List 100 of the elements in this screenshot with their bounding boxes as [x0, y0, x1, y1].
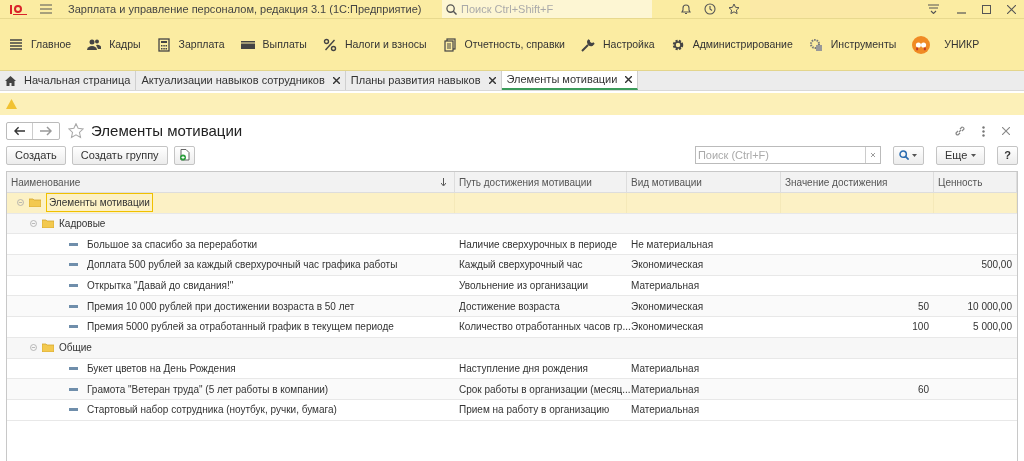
- column-header[interactable]: Вид мотивации: [627, 172, 781, 192]
- table-cell-text: Экономическая: [631, 320, 704, 335]
- table-row[interactable]: Кадровые: [7, 213, 1017, 235]
- table-cell-text: Материальная: [631, 361, 700, 376]
- caret-icon: [971, 153, 977, 157]
- people-icon: [87, 37, 102, 52]
- star-icon[interactable]: [68, 123, 84, 139]
- table-cell-text: Достижение возраста: [459, 299, 560, 314]
- table-cell-text: Материальная: [631, 279, 700, 294]
- section-button[interactable]: Администрирование: [668, 30, 795, 59]
- table-cell-text: Букет цветов на День Рождения: [87, 361, 236, 376]
- link-icon[interactable]: [954, 125, 966, 137]
- toolbar-button[interactable]: Создать группу: [71, 145, 168, 165]
- warning-icon: [6, 99, 17, 109]
- search-button[interactable]: [892, 145, 924, 165]
- table-row[interactable]: Доплата 500 рублей за каждый сверхурочный час графика работы Каждый сверхурочный час Экономическая 500,00: [7, 255, 1017, 276]
- folder-icon: [29, 198, 41, 208]
- section-button[interactable]: Отчетность, справки: [440, 30, 567, 59]
- home-icon: [5, 75, 16, 86]
- tools-icon: [808, 37, 823, 52]
- star-icon[interactable]: [728, 3, 740, 15]
- table-cell-text: Стартовый набор сотрудника (ноутбук, ручки, бумага): [87, 403, 337, 418]
- table-cell-text: Каждый сверхурочный час: [459, 258, 583, 273]
- table-cell-text: Наличие сверхурочных в периоде: [459, 237, 617, 252]
- tab[interactable]: Элементы мотивации: [501, 71, 639, 90]
- folder-icon: [42, 343, 54, 353]
- more-icon[interactable]: [982, 125, 985, 137]
- folder-icon: [42, 219, 54, 229]
- search-icon: [446, 3, 457, 15]
- table-row[interactable]: Элементы мотивации: [7, 193, 1017, 214]
- add-document-button[interactable]: [173, 145, 195, 165]
- tab[interactable]: Планы развития навыков: [345, 71, 502, 90]
- section-button[interactable]: Инструменты: [806, 30, 899, 59]
- table-cell-text: Грамота "Ветеран труда" (5 лет работы в компании): [87, 382, 329, 397]
- section-button[interactable]: Кадры: [85, 30, 143, 59]
- app-logo-icon: [8, 3, 28, 15]
- calculator-icon: [156, 37, 171, 52]
- window-title: Зарплата и управление персоналом, редакция 3.1 (1С:Предприятие): [68, 1, 422, 17]
- close-icon[interactable]: [1007, 4, 1016, 14]
- settings-icon: [670, 37, 685, 52]
- table-cell-text: Материальная: [631, 382, 700, 397]
- table-cell-text: 10 000,00: [967, 299, 1012, 314]
- table-cell-text: Не материальная: [631, 237, 714, 252]
- column-header[interactable]: Значение достижения: [781, 172, 934, 192]
- toolbar-button[interactable]: Создать: [6, 145, 66, 165]
- section-button[interactable]: Выплаты: [238, 30, 309, 59]
- table-cell-text: Кадровые: [59, 217, 106, 232]
- close-icon[interactable]: [625, 76, 633, 83]
- item-icon: [69, 387, 78, 391]
- sort-arrow-icon: [441, 178, 446, 186]
- form-title: Элементы мотивации: [91, 120, 243, 141]
- table-row[interactable]: Грамота "Ветеран труда" (5 лет работы в компании) Срок работы в организации (месяц...Материальная 60: [7, 379, 1017, 400]
- section-button[interactable]: Главное: [7, 30, 74, 59]
- table-cell-text: Большое за спасибо за переработки: [87, 237, 258, 252]
- section-button[interactable]: Налоги и взносы: [320, 30, 429, 59]
- table-cell-text: Увольнение из организации: [459, 279, 589, 294]
- maximize-icon[interactable]: [982, 4, 991, 14]
- caret-icon: [912, 153, 918, 157]
- tab[interactable]: Начальная страница: [0, 71, 137, 90]
- column-header[interactable]: Ценность: [934, 172, 1017, 192]
- table-cell-text: Материальная: [631, 403, 700, 418]
- search-icon: [899, 150, 910, 160]
- options-icon[interactable]: [928, 4, 939, 14]
- bell-icon[interactable]: [680, 3, 692, 15]
- list-icon: [9, 37, 23, 52]
- percent-icon: [322, 37, 337, 52]
- section-button[interactable]: Зарплата: [154, 30, 227, 59]
- table-cell-text: 50: [917, 299, 929, 314]
- close-icon[interactable]: [488, 77, 496, 84]
- table-cell: Элементы мотивации: [46, 193, 153, 213]
- section-button[interactable]: Настройка: [578, 30, 657, 59]
- item-icon: [69, 284, 78, 288]
- column-header[interactable]: Путь достижения мотивации: [455, 172, 627, 192]
- item-icon: [69, 263, 78, 267]
- table-row[interactable]: Премия 10 000 рублей при достижении возраста в 50 лет Достижение возраста Экономическая 50 10 000,00: [7, 296, 1017, 318]
- table-row[interactable]: Общие: [7, 337, 1017, 359]
- item-icon: [69, 408, 78, 412]
- table-cell-text: Доплата 500 рублей за каждый сверхурочный час графика работы: [87, 258, 398, 273]
- table-cell-text: Количество отработанных часов гр...: [459, 320, 631, 335]
- column-header[interactable]: Наименование: [7, 172, 455, 192]
- table-cell-text: 500,00: [981, 258, 1012, 273]
- item-icon: [69, 242, 78, 246]
- more-button[interactable]: Еще: [935, 145, 986, 165]
- table-cell-text: Экономическая: [631, 258, 704, 273]
- table-cell-text: Общие: [59, 341, 92, 356]
- section-button[interactable]: УНИКР: [910, 30, 982, 59]
- table-cell-text: Открытка "Давай до свидания!": [87, 279, 234, 294]
- table-cell-text: Экономическая: [631, 299, 704, 314]
- table-cell-text: 5 000,00: [973, 320, 1012, 335]
- help-button[interactable]: ?: [997, 145, 1018, 165]
- item-icon: [69, 304, 78, 308]
- table-cell-text: 100: [912, 320, 929, 335]
- close-icon[interactable]: [332, 77, 340, 84]
- add-document-icon: [178, 149, 190, 161]
- item-icon: [69, 366, 78, 370]
- table-cell-text: Срок работы в организации (месяц...: [459, 382, 631, 397]
- item-icon: [69, 325, 78, 329]
- company-logo-icon: [912, 35, 931, 54]
- history-icon[interactable]: [704, 3, 716, 15]
- tab[interactable]: Актуализации навыков сотрудников: [136, 71, 346, 90]
